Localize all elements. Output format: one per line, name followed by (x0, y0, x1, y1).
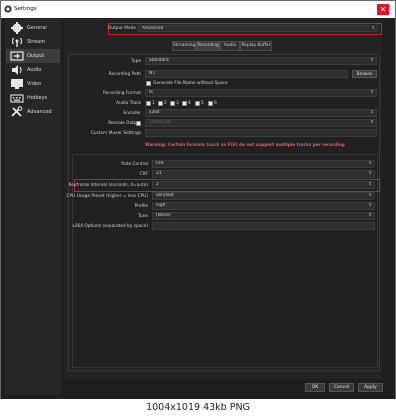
sidebar-item-advanced[interactable]: Advanced (6, 105, 60, 119)
sidebar-item-label: Hotkeys (27, 95, 48, 101)
profile-label: Profile (134, 204, 148, 209)
tune-select[interactable]: (None) (152, 212, 375, 220)
audio-track-3-checkbox[interactable] (170, 101, 175, 106)
monitor-icon (11, 79, 23, 89)
sidebar-item-general[interactable]: General (6, 21, 60, 35)
sidebar-item-stream[interactable]: Stream (6, 35, 60, 49)
recording-panel: Type Standard Recording Path N:/ Browse … (66, 54, 380, 371)
keyframe-interval-spinbox[interactable]: 2 (152, 181, 375, 189)
type-select[interactable]: Standard (145, 57, 377, 65)
close-button[interactable]: ✕ (377, 4, 389, 15)
window-title: Settings (14, 6, 37, 12)
cpu-preset-select[interactable]: veryfast (152, 192, 375, 200)
ok-button[interactable]: OK (305, 383, 325, 392)
x264-options-label: x264 Options (separated by space) (72, 224, 148, 229)
audio-track-5-checkbox[interactable] (195, 101, 200, 106)
output-mode-label: Output Mode (108, 26, 136, 31)
output-settings-content: Output Mode Advanced Streaming Recording… (64, 19, 382, 379)
audio-track-2-checkbox[interactable] (158, 101, 163, 106)
sidebar-item-output[interactable]: Output (6, 49, 60, 63)
recording-format-label: Recording Format (103, 91, 141, 96)
sidebar-item-label: Advanced (27, 109, 52, 115)
sidebar-item-label: Stream (27, 39, 46, 45)
encoder-label: Encoder (123, 111, 141, 116)
speaker-icon (12, 65, 22, 75)
broadcast-icon (11, 37, 23, 47)
sidebar-item-label: Video (27, 81, 42, 87)
settings-sidebar: General Stream Output Audio Video Hotkey… (5, 19, 61, 395)
sidebar-item-label: General (27, 25, 47, 31)
custom-muxer-label: Custom Muxer Settings (90, 131, 141, 136)
sidebar-item-hotkeys[interactable]: Hotkeys (6, 91, 60, 105)
audio-track-2-label: 2 (164, 101, 167, 106)
audio-track-6-checkbox[interactable] (208, 101, 213, 106)
wrench-icon (11, 106, 23, 117)
generate-no-space-label: Generate File Name without Space (153, 81, 228, 86)
recording-format-select[interactable]: ts (145, 89, 377, 97)
tab-streaming[interactable]: Streaming (172, 41, 196, 51)
audio-track-4-checkbox[interactable] (182, 101, 187, 106)
audio-track-6-label: 6 (214, 101, 217, 106)
cancel-button[interactable]: Cancel (329, 383, 354, 392)
sidebar-item-audio[interactable]: Audio (6, 63, 60, 77)
encoder-settings-group: Rate Control CRF CRF 21 Keyframe Interva… (66, 154, 380, 368)
sidebar-item-label: Output (27, 53, 45, 59)
keyframe-interval-label: Keyframe Interval (seconds, 0=auto) (68, 183, 148, 188)
recording-path-input[interactable]: N:/ (145, 70, 348, 78)
sidebar-item-label: Audio (27, 67, 42, 73)
apply-button[interactable]: Apply (358, 383, 383, 392)
x264-options-input[interactable] (152, 222, 375, 230)
output-icon (10, 51, 24, 61)
audio-track-3-label: 3 (176, 101, 179, 106)
tab-audio[interactable]: Audio (220, 41, 240, 51)
audio-track-4-label: 4 (188, 101, 191, 106)
recording-path-label: Recording Path (108, 72, 141, 77)
type-label: Type (131, 59, 141, 64)
gear-icon (11, 22, 23, 34)
rescale-output-checkbox[interactable] (136, 121, 141, 126)
browse-button[interactable]: Browse (352, 70, 377, 78)
multitrack-warning: Warning: Certain formats (such as FLV) d… (145, 142, 345, 147)
cpu-preset-label: CPU Usage Preset (higher = less CPU) (66, 194, 148, 199)
keyboard-icon (10, 94, 24, 103)
rescale-output-select[interactable]: 1280x720 (145, 119, 377, 127)
tab-replay-buffer[interactable]: Replay Buffer (240, 41, 272, 51)
encoder-select[interactable]: x264 (145, 109, 377, 117)
crf-spinbox[interactable]: 21 (152, 170, 375, 178)
title-bar: Settings ✕ (1, 1, 395, 18)
audio-track-1-checkbox[interactable] (146, 101, 151, 106)
profile-select[interactable]: high (152, 202, 375, 210)
crf-label: CRF (139, 172, 148, 177)
audio-track-label: Audio Track (116, 101, 141, 106)
rate-control-select[interactable]: CRF (152, 160, 375, 168)
audio-track-5-label: 5 (201, 101, 204, 106)
image-caption: 1004x1019 43kb PNG (0, 399, 396, 417)
generate-no-space-checkbox[interactable] (146, 81, 151, 86)
output-mode-select[interactable]: Advanced (138, 25, 378, 32)
obs-logo-icon (4, 5, 12, 13)
sidebar-item-video[interactable]: Video (6, 77, 60, 91)
settings-window: Settings ✕ General Stream Output Audio V… (0, 0, 396, 401)
audio-track-1-label: 1 (152, 101, 155, 106)
rate-control-label: Rate Control (121, 162, 148, 167)
tune-label: Tune (137, 214, 148, 219)
tab-recording[interactable]: Recording (196, 41, 220, 51)
custom-muxer-input[interactable] (145, 129, 377, 137)
